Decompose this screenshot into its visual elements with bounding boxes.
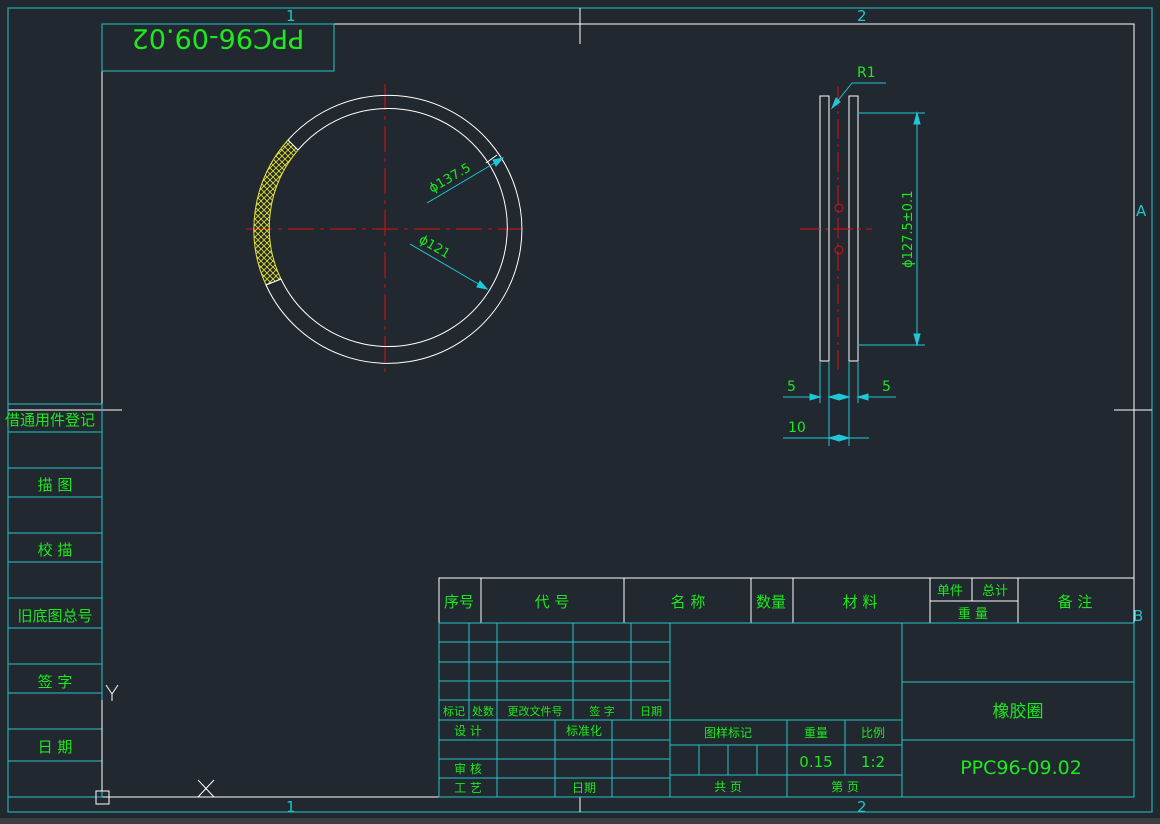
rev-mark: 标记 <box>443 704 465 718</box>
role-process: 工 艺 <box>454 781 482 795</box>
dim-right-width[interactable]: 5 <box>882 379 891 395</box>
outer-border <box>7 7 1153 813</box>
zone-label-top-1: 1 <box>286 7 296 25</box>
sheet-no-label: 第 页 <box>831 780 859 794</box>
drawing-frame <box>7 7 1153 813</box>
side-view-centerlines <box>800 86 872 372</box>
scale-value: 1:2 <box>861 753 885 771</box>
weight-value: 0.15 <box>799 753 832 771</box>
left-strip-label-3: 旧底图总号 <box>17 607 92 625</box>
left-strip-label-2: 校 描 <box>38 541 73 559</box>
weight-label: 重量 <box>804 726 828 740</box>
side-view[interactable]: R1 ϕ127.5±0.1 5 5 10 <box>783 65 925 446</box>
left-strip-table: 借通用件登记 描 图 校 描 旧底图总号 签 字 日 期 <box>5 403 103 798</box>
part-name: 橡胶圈 <box>993 702 1044 722</box>
stage-mark-label: 图样标记 <box>704 725 752 740</box>
left-strip-label-5: 日 期 <box>38 738 73 756</box>
zone-label-B: B <box>1133 607 1143 625</box>
scale-label: 比例 <box>861 726 885 740</box>
hdr-material: 材 料 <box>843 593 878 611</box>
rev-doc: 更改文件号 <box>508 704 563 718</box>
rev-sign: 签 字 <box>589 704 615 718</box>
role-standard: 标准化 <box>566 724 602 738</box>
left-strip-label-1: 描 图 <box>38 476 73 494</box>
front-view[interactable]: ϕ137.5 ϕ121 <box>246 84 523 374</box>
hdr-unit: 单件 <box>937 584 963 599</box>
rev-date: 日期 <box>640 705 662 718</box>
drawing-number: PPC96-09.02 <box>960 757 1082 779</box>
mirrored-code-box: PPC96-09.02 <box>101 23 335 72</box>
role-design: 设 计 <box>454 724 482 738</box>
zone-label-top-2: 2 <box>857 7 867 25</box>
front-view-centerlines <box>246 84 522 374</box>
hdr-weight: 重 量 <box>958 606 988 622</box>
ucs-icon <box>95 684 215 805</box>
zone-label-bottom-2: 2 <box>857 798 867 816</box>
hdr-seq: 序号 <box>444 593 474 611</box>
mirrored-code-text: PPC96-09.02 <box>132 23 305 54</box>
cad-drawing-canvas[interactable]: 1 2 1 2 A B PPC96-09.02 ϕ137.5 ϕ121 R1 ϕ… <box>0 0 1160 824</box>
hdr-total: 总计 <box>982 584 1008 599</box>
dim-total-width[interactable]: 10 <box>788 420 806 436</box>
hdr-remark: 备 注 <box>1058 593 1093 611</box>
role-review: 审 核 <box>454 761 482 776</box>
role-date: 日期 <box>572 781 596 795</box>
radius-leader <box>830 82 886 110</box>
rubber-hatch-section <box>253 139 299 286</box>
total-sheets-label: 共 页 <box>714 780 742 794</box>
hdr-qty: 数量 <box>756 593 786 611</box>
zone-label-bottom-1: 1 <box>286 798 296 816</box>
dim-radius[interactable]: R1 <box>857 65 876 81</box>
title-block: 序号 代 号 名 称 数量 材 料 单件 总计 重 量 备 注 标记 处数 更改… <box>438 577 1135 798</box>
dim-left-width[interactable]: 5 <box>787 379 796 395</box>
dim-outer-diameter[interactable]: ϕ137.5 <box>427 161 474 197</box>
zone-labels: 1 2 1 2 A B <box>286 7 1147 816</box>
hdr-code: 代 号 <box>535 593 570 611</box>
status-strip <box>0 818 1160 824</box>
dim-vertical[interactable]: ϕ127.5±0.1 <box>901 191 916 268</box>
rev-count: 处数 <box>472 705 494 718</box>
left-strip-label-4: 签 字 <box>38 673 73 691</box>
left-strip-label-0: 借通用件登记 <box>5 411 95 429</box>
hdr-name: 名 称 <box>671 593 706 611</box>
zone-label-A: A <box>1136 202 1147 220</box>
